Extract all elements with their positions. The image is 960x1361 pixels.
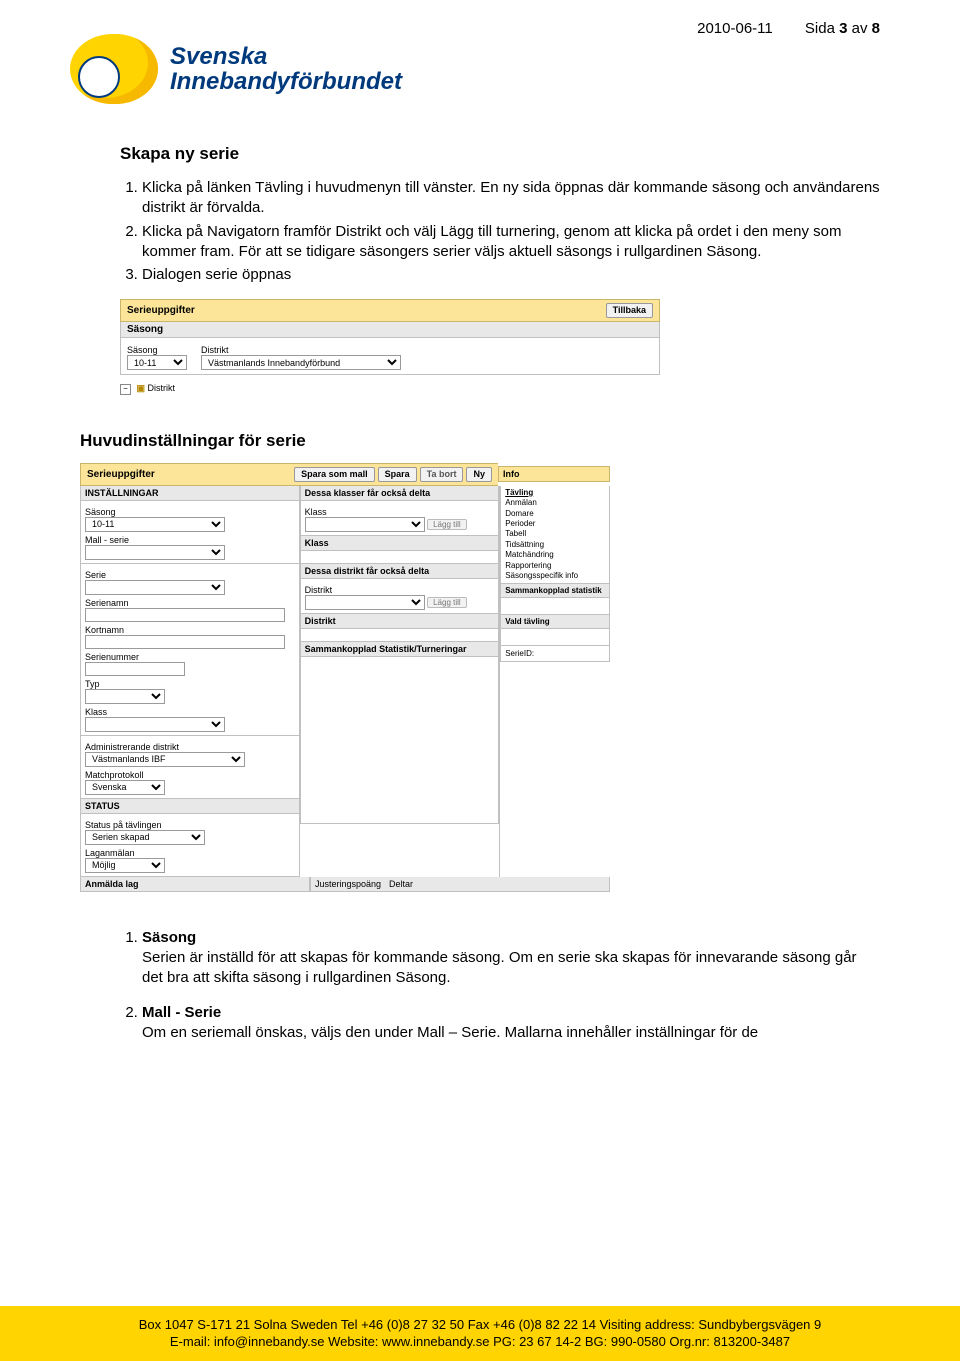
label-serienummer: Serienummer bbox=[85, 652, 295, 662]
header-date: 2010-06-11 bbox=[697, 20, 773, 37]
label-mall: Mall - serie bbox=[85, 535, 295, 545]
info-serieid: SerieID: bbox=[500, 646, 610, 662]
label-kortnamn: Kortnamn bbox=[85, 625, 295, 635]
info-item[interactable]: Tidsättning bbox=[505, 540, 605, 550]
logo-text: Svenska Innebandyförbundet bbox=[170, 44, 402, 94]
logo-mark-icon bbox=[70, 34, 158, 104]
select-distrikt[interactable]: Västmanlands Innebandyförbund bbox=[201, 355, 401, 370]
footer: Box 1047 S-171 21 Solna Sweden Tel +46 (… bbox=[0, 1306, 960, 1361]
col-info: Tävling Anmälan Domare Perioder Tabell T… bbox=[499, 486, 610, 877]
hdr-klass-list: Klass bbox=[300, 536, 500, 551]
info-item[interactable]: Rapportering bbox=[505, 561, 605, 571]
select-distrikt-mid[interactable] bbox=[305, 595, 425, 610]
info-item[interactable]: Tabell bbox=[505, 529, 605, 539]
info-header: Info bbox=[498, 466, 610, 482]
info-item[interactable]: Säsongsspecifik info bbox=[505, 571, 605, 581]
header-meta: 2010-06-11 Sida 3 av 8 bbox=[697, 20, 880, 37]
step-2: Klicka på Navigatorn framför Distrikt oc… bbox=[142, 222, 880, 263]
label-serienamn: Serienamn bbox=[85, 598, 295, 608]
input-serienummer[interactable] bbox=[85, 662, 185, 676]
back-button[interactable]: Tillbaka bbox=[606, 303, 653, 318]
save-button[interactable]: Spara bbox=[378, 467, 417, 482]
step-1: Klicka på länken Tävling i huvudmenyn ti… bbox=[142, 178, 880, 219]
label-status-tavling: Status på tävlingen bbox=[85, 820, 295, 830]
new-button[interactable]: Ny bbox=[466, 467, 492, 482]
label-distrikt: Distrikt bbox=[201, 345, 401, 355]
collapse-icon[interactable]: − bbox=[120, 384, 131, 395]
step-3: Dialogen serie öppnas bbox=[142, 265, 880, 285]
select-matchprotokoll[interactable]: Svenska bbox=[85, 780, 165, 795]
info-item[interactable]: Perioder bbox=[505, 519, 605, 529]
steps-list-2: Säsong Serien är inställd för att skapas… bbox=[120, 928, 880, 1043]
info-vald-hdr: Vald tävling bbox=[500, 615, 610, 629]
hdr-anmalda-lag: Anmälda lag bbox=[80, 877, 310, 892]
content: Skapa ny serie Klicka på länken Tävling … bbox=[80, 144, 880, 1043]
page-indicator: Sida 3 av 8 bbox=[805, 20, 880, 37]
select-status-tavling[interactable]: Serien skapad bbox=[85, 830, 205, 845]
select-serie[interactable] bbox=[85, 580, 225, 595]
input-serienamn[interactable] bbox=[85, 608, 285, 622]
info-item[interactable]: Matchändring bbox=[505, 550, 605, 560]
distrikt-label: Distrikt bbox=[148, 383, 176, 393]
info-tavling-link[interactable]: Tävling bbox=[505, 488, 605, 498]
hdr-distrikt-list: Distrikt bbox=[300, 614, 500, 629]
info-stat-hdr: Sammankopplad statistik bbox=[500, 584, 610, 598]
steps-list-1: Klicka på länken Tävling i huvudmenyn ti… bbox=[120, 178, 880, 285]
info-item[interactable]: Domare bbox=[505, 509, 605, 519]
hdr-status: STATUS bbox=[80, 799, 300, 814]
page: 2010-06-11 Sida 3 av 8 Svenska Innebandy… bbox=[0, 0, 960, 1361]
screenshot-serieuppgifter-small: Serieuppgifter Tillbaka Säsong Säsong 10… bbox=[120, 299, 660, 395]
footer-line-1: Box 1047 S-171 21 Solna Sweden Tel +46 (… bbox=[40, 1316, 920, 1334]
col-instaellningar: INSTÄLLNINGAR Säsong 10-11 Mall - serie … bbox=[80, 486, 300, 877]
screenshot-serieuppgifter-large: Serieuppgifter Spara som mall Spara Ta b… bbox=[80, 463, 610, 892]
heading-huvudinstallningar: Huvudinställningar för serie bbox=[80, 431, 880, 451]
step-sasong: Säsong Serien är inställd för att skapas… bbox=[142, 928, 880, 989]
save-as-template-button[interactable]: Spara som mall bbox=[294, 467, 375, 482]
label-serie: Serie bbox=[85, 570, 295, 580]
select-admin-distrikt[interactable]: Västmanlands IBF bbox=[85, 752, 245, 767]
select-mall[interactable] bbox=[85, 545, 225, 560]
label-typ: Typ bbox=[85, 679, 295, 689]
select-typ[interactable] bbox=[85, 689, 165, 704]
folder-icon: ▣ bbox=[137, 383, 146, 393]
panel-header: Serieuppgifter Tillbaka bbox=[120, 299, 660, 322]
step-mall-serie: Mall - Serie Om en seriemall önskas, väl… bbox=[142, 1003, 880, 1044]
delete-button[interactable]: Ta bort bbox=[420, 467, 464, 482]
col-klasser: Dessa klasser får också delta Klass Lägg… bbox=[300, 486, 500, 877]
col-justeringspoang: Justeringspoäng bbox=[315, 879, 381, 889]
select-sasong-2[interactable]: 10-11 bbox=[85, 517, 225, 532]
label-matchprotokoll: Matchprotokoll bbox=[85, 770, 295, 780]
label-klass: Klass bbox=[85, 707, 295, 717]
add-distrikt-button[interactable]: Lägg till bbox=[427, 597, 467, 608]
select-sasong[interactable]: 10-11 bbox=[127, 355, 187, 370]
add-klass-button[interactable]: Lägg till bbox=[427, 519, 467, 530]
col-deltar: Deltar bbox=[389, 879, 413, 889]
hdr-sammankopplad: Sammankopplad Statistik/Turneringar bbox=[300, 642, 500, 657]
distrikt-tree-row: − ▣ Distrikt bbox=[120, 383, 660, 395]
sasong-bar: Säsong bbox=[120, 322, 660, 338]
heading-skapa-ny-serie: Skapa ny serie bbox=[120, 144, 880, 164]
hdr-distrikt-delta: Dessa distrikt får också delta bbox=[300, 564, 500, 579]
label-laganmalan: Laganmälan bbox=[85, 848, 295, 858]
label-sasong: Säsong bbox=[127, 345, 187, 355]
footer-line-2: E-mail: info@innebandy.se Website: www.i… bbox=[40, 1333, 920, 1351]
select-klass[interactable] bbox=[85, 717, 225, 732]
label-admin-distrikt: Administrerande distrikt bbox=[85, 742, 295, 752]
label-klass-mid: Klass bbox=[305, 507, 495, 517]
panel-header-2: Serieuppgifter Spara som mall Spara Ta b… bbox=[80, 463, 498, 486]
hdr-klasser: Dessa klasser får också delta bbox=[300, 486, 500, 501]
input-kortnamn[interactable] bbox=[85, 635, 285, 649]
logo: Svenska Innebandyförbundet bbox=[70, 34, 880, 104]
info-item[interactable]: Anmälan bbox=[505, 498, 605, 508]
panel-body: Säsong 10-11 Distrikt Västmanlands Inneb… bbox=[120, 338, 660, 375]
label-sasong-2: Säsong bbox=[85, 507, 295, 517]
select-laganmalan[interactable]: Möjlig bbox=[85, 858, 165, 873]
label-distrikt-mid: Distrikt bbox=[305, 585, 495, 595]
hdr-installningar: INSTÄLLNINGAR bbox=[80, 486, 300, 501]
select-klass-mid[interactable] bbox=[305, 517, 425, 532]
